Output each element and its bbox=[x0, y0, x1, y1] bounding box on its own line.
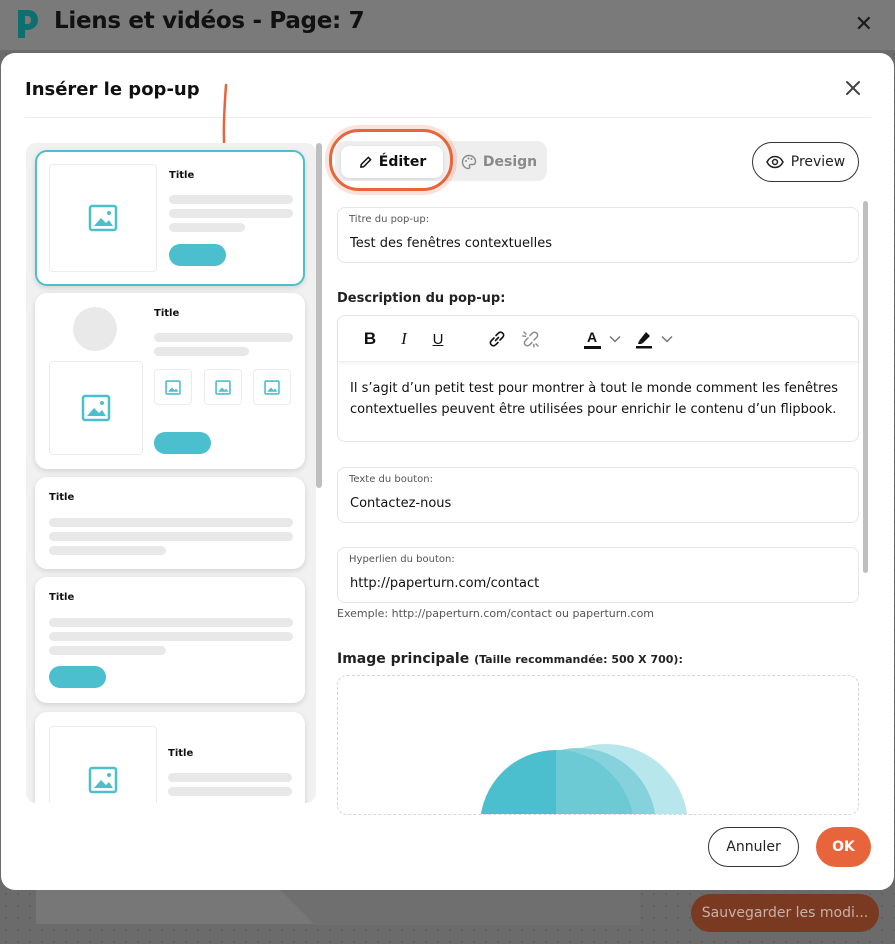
text-line bbox=[168, 787, 292, 796]
text-line bbox=[169, 209, 293, 218]
unlink-icon[interactable] bbox=[520, 329, 542, 349]
popup-title-field[interactable]: Titre du pop-up: Test des fenêtres conte… bbox=[337, 207, 859, 263]
image-icon bbox=[81, 394, 111, 422]
text-line bbox=[169, 223, 245, 232]
underline-button[interactable]: U bbox=[428, 329, 448, 349]
description-text[interactable]: Il s’agit d’un petit test pour montrer à… bbox=[350, 378, 850, 420]
template-card[interactable]: Title bbox=[35, 293, 305, 469]
text-line bbox=[49, 646, 166, 655]
preview-label: Preview bbox=[790, 154, 846, 170]
highlighter-icon[interactable] bbox=[632, 329, 656, 349]
template-card[interactable]: Title bbox=[35, 150, 305, 286]
text-line bbox=[169, 195, 293, 204]
chevron-down-icon[interactable] bbox=[608, 329, 622, 349]
image-dropzone[interactable] bbox=[337, 675, 859, 815]
text-color-button[interactable]: A bbox=[580, 329, 604, 349]
template-card[interactable]: Title bbox=[35, 577, 305, 703]
template-title: Title bbox=[49, 592, 75, 603]
button-text-input[interactable]: Contactez-nous bbox=[350, 496, 451, 511]
image-placeholder bbox=[49, 164, 157, 272]
field-label: Texte du bouton: bbox=[349, 474, 433, 485]
button-link-field[interactable]: Hyperlien du bouton: http://paperturn.co… bbox=[337, 547, 859, 603]
modal-title: Insérer le pop-up bbox=[25, 79, 200, 100]
template-title: Title bbox=[154, 308, 180, 319]
main-image-label: Image principale (Taille recommandée: 50… bbox=[337, 651, 683, 667]
main-image-title: Image principale bbox=[337, 651, 470, 667]
eye-icon bbox=[765, 155, 784, 169]
description-label: Description du pop-up: bbox=[337, 291, 506, 306]
tab-design-label: Design bbox=[482, 154, 538, 170]
link-hint: Exemple: http://paperturn.com/contact ou… bbox=[337, 607, 655, 620]
cancel-button[interactable]: Annuler bbox=[708, 827, 799, 867]
image-placeholder bbox=[154, 369, 192, 405]
button-placeholder bbox=[49, 666, 106, 688]
bold-button[interactable]: B bbox=[360, 329, 380, 349]
close-icon[interactable] bbox=[842, 77, 864, 99]
image-icon bbox=[215, 379, 231, 395]
preview-button[interactable]: Preview bbox=[752, 142, 859, 182]
field-label: Hyperlien du bouton: bbox=[349, 554, 455, 565]
rich-text-toolbar: B I U A bbox=[338, 316, 858, 362]
text-line bbox=[49, 518, 293, 527]
field-label: Titre du pop-up: bbox=[349, 214, 430, 225]
italic-button[interactable]: I bbox=[394, 329, 414, 349]
image-illustration-icon bbox=[480, 744, 688, 814]
image-icon bbox=[88, 204, 118, 232]
popup-title-input[interactable]: Test des fenêtres contextuelles bbox=[350, 236, 552, 251]
text-line bbox=[49, 618, 293, 627]
text-line bbox=[49, 546, 166, 555]
image-icon bbox=[88, 766, 118, 794]
template-card[interactable]: Title bbox=[35, 712, 305, 803]
text-line bbox=[49, 532, 293, 541]
template-list-scrollbar[interactable] bbox=[316, 143, 322, 488]
insert-popup-modal: Insérer le pop-up Title Title Title Titl… bbox=[1, 53, 894, 890]
template-title: Title bbox=[49, 492, 75, 503]
template-title: Title bbox=[169, 170, 195, 181]
avatar-placeholder bbox=[73, 307, 117, 351]
save-changes-button[interactable]: Sauvegarder les modi... bbox=[691, 894, 879, 932]
text-line bbox=[49, 632, 293, 641]
image-placeholder bbox=[49, 726, 157, 803]
tab-design[interactable]: Design bbox=[455, 146, 543, 178]
text-line bbox=[154, 347, 249, 356]
ok-button[interactable]: OK bbox=[816, 827, 871, 867]
main-image-size-hint: (Taille recommandée: 500 X 700): bbox=[474, 653, 683, 666]
link-icon[interactable] bbox=[486, 329, 508, 349]
description-editor[interactable]: B I U A Il s’agit d’un petit test pour m… bbox=[337, 315, 859, 442]
template-list[interactable]: Title Title Title Title Title bbox=[26, 143, 316, 803]
image-placeholder bbox=[204, 369, 242, 405]
palette-icon bbox=[461, 154, 477, 170]
text-line bbox=[154, 333, 293, 342]
image-placeholder bbox=[253, 369, 291, 405]
app-title: Liens et vidéos - Page: 7 bbox=[54, 8, 365, 34]
template-title: Title bbox=[168, 748, 194, 759]
image-icon bbox=[165, 379, 181, 395]
divider bbox=[25, 117, 871, 118]
close-icon[interactable]: ✕ bbox=[855, 12, 873, 37]
template-card[interactable]: Title bbox=[35, 477, 305, 569]
app-header: Liens et vidéos - Page: 7 ✕ bbox=[0, 0, 895, 50]
app-logo-icon bbox=[18, 10, 38, 38]
button-placeholder bbox=[169, 244, 226, 266]
tab-highlight-annotation bbox=[329, 129, 453, 191]
image-placeholder bbox=[49, 361, 143, 455]
text-line bbox=[168, 773, 292, 782]
form-scrollbar[interactable] bbox=[863, 201, 868, 573]
chevron-down-icon[interactable] bbox=[660, 329, 674, 349]
button-text-field[interactable]: Texte du bouton: Contactez-nous bbox=[337, 467, 859, 523]
button-placeholder bbox=[154, 432, 211, 454]
image-icon bbox=[264, 379, 280, 395]
button-link-input[interactable]: http://paperturn.com/contact bbox=[350, 576, 539, 591]
